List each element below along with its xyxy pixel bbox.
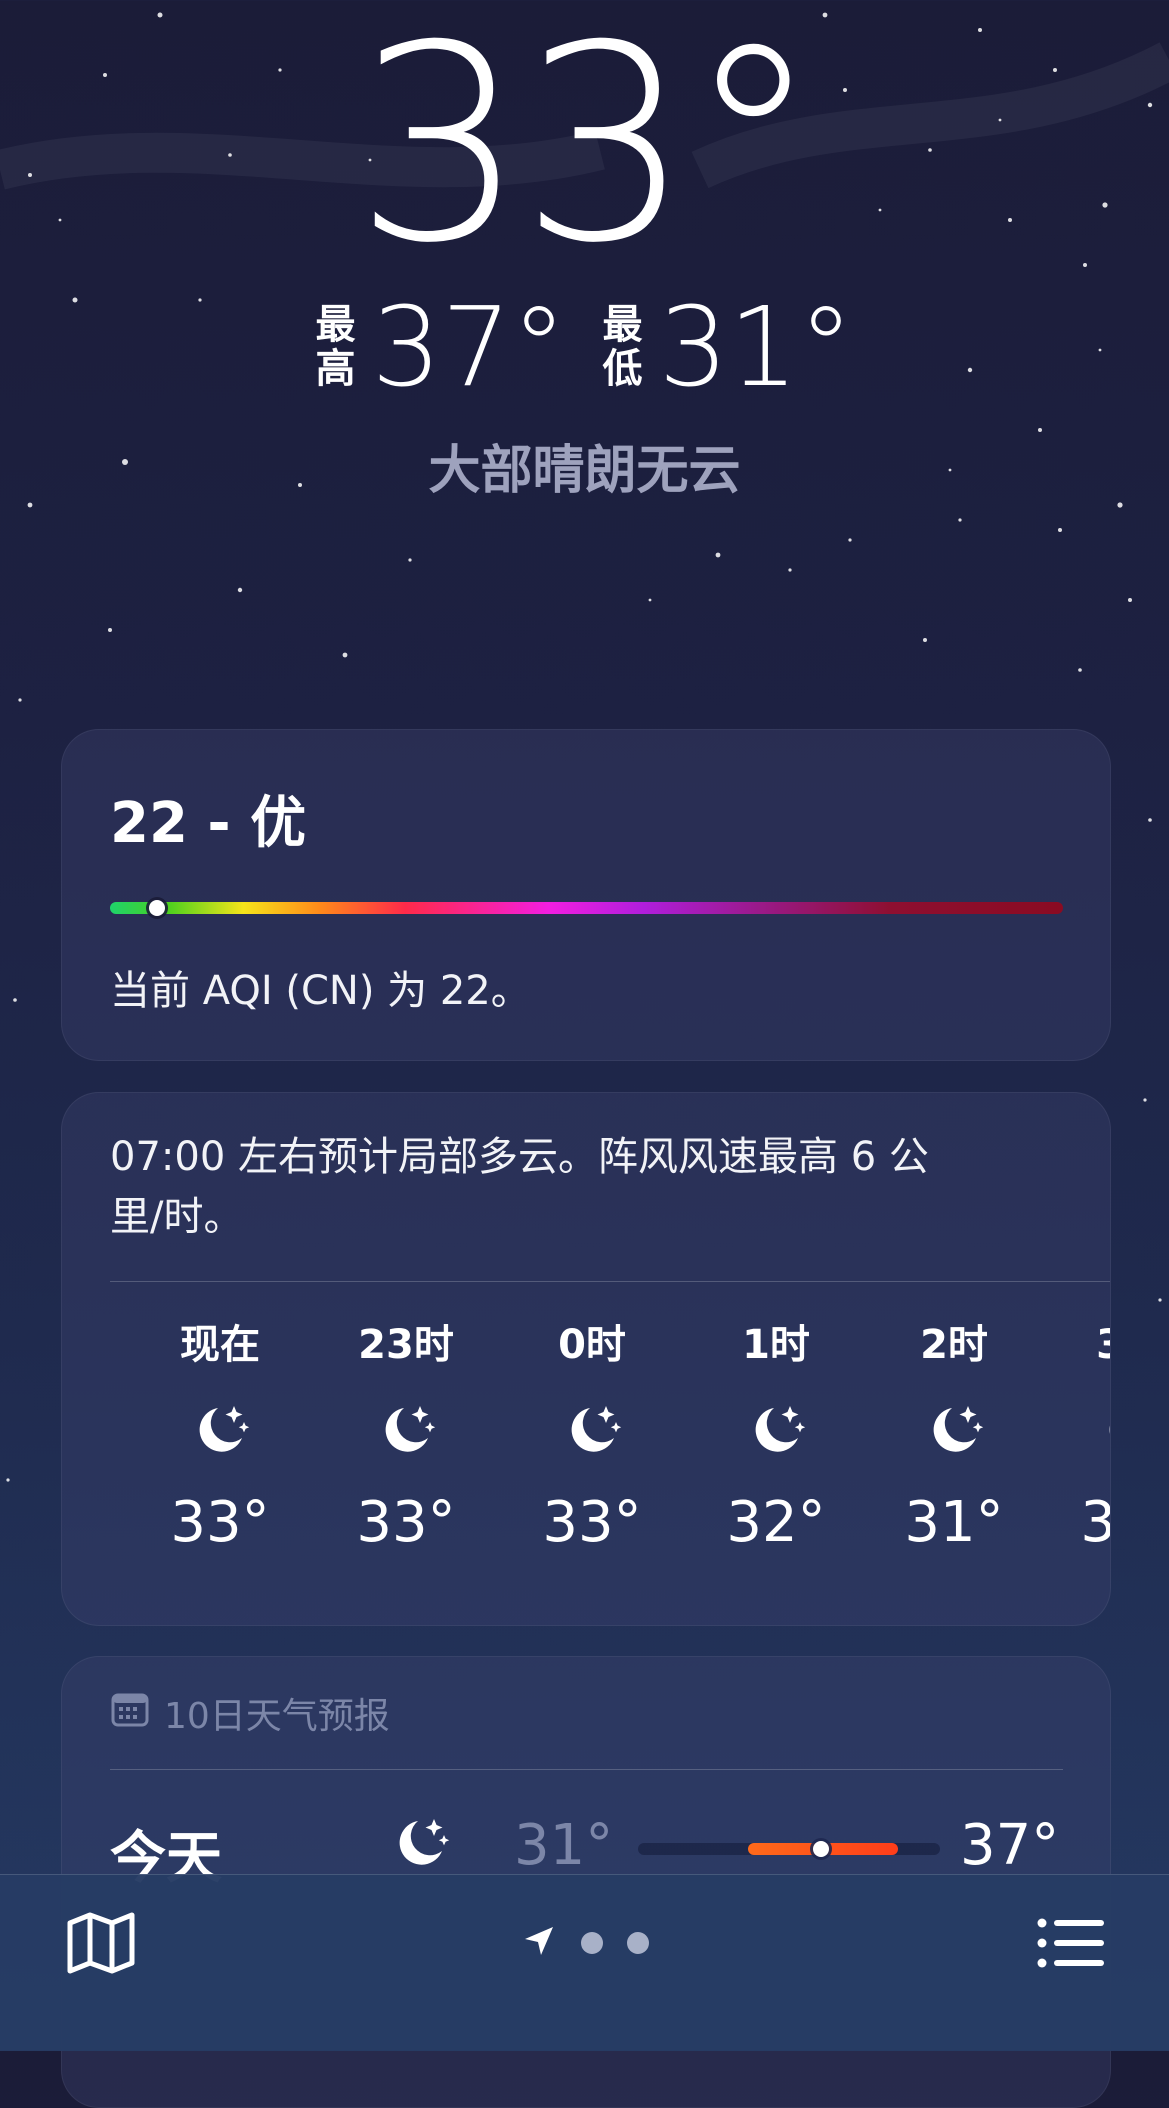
hourly-summary: 07:00 左右预计局部多云。阵风风速最高 6 公里/时。 xyxy=(110,1134,929,1240)
forecast-header: 10日天气预报 xyxy=(110,1687,390,1739)
page-indicator[interactable] xyxy=(0,1911,1169,1975)
page-dot[interactable] xyxy=(580,1932,603,1954)
moon-stars-icon xyxy=(316,1375,496,1485)
moon-stars-icon xyxy=(686,1375,866,1485)
high-value: 37° xyxy=(371,283,567,411)
moon-stars-icon xyxy=(1040,1375,1110,1485)
moon-stars-icon xyxy=(388,1811,452,1879)
condition-text: 大部晴朗无云 xyxy=(428,441,741,501)
moon-stars-icon xyxy=(864,1375,1044,1485)
hour-item: 3时 31° xyxy=(1040,1315,1110,1561)
hour-item: 23时 33° xyxy=(316,1315,496,1561)
forecast-low: 31° xyxy=(514,1813,614,1878)
hour-time: 现在 xyxy=(180,1322,260,1368)
current-temp-dot xyxy=(813,1841,829,1857)
location-arrow-icon[interactable] xyxy=(521,1923,557,1963)
low-temperature: 最低 31° xyxy=(603,292,854,402)
calendar-icon xyxy=(110,1689,150,1738)
forecast-high: 37° xyxy=(960,1813,1060,1878)
aqi-scale-bar xyxy=(110,902,1063,914)
high-label: 最高 xyxy=(315,302,356,392)
hour-time: 23时 xyxy=(358,1322,454,1368)
list-icon[interactable] xyxy=(1036,1915,1106,1975)
hour-temp: 31° xyxy=(1080,1490,1110,1555)
low-value: 31° xyxy=(658,283,854,411)
hour-temp: 31° xyxy=(904,1490,1004,1555)
moon-stars-icon xyxy=(130,1375,310,1485)
high-temperature: 最高 37° xyxy=(316,292,567,402)
hour-temp: 33° xyxy=(170,1490,270,1555)
moon-stars-icon xyxy=(502,1375,682,1485)
hour-temp: 33° xyxy=(356,1490,456,1555)
hour-item: 0时 33° xyxy=(502,1315,682,1561)
hour-time: 3时 xyxy=(1040,1315,1110,1375)
aqi-indicator-dot xyxy=(149,900,165,916)
bottom-toolbar xyxy=(0,1874,1169,2051)
forecast-divider xyxy=(110,1769,1063,1770)
hour-item: 现在 33° xyxy=(130,1315,310,1561)
hourly-forecast-card[interactable]: 07:00 左右预计局部多云。阵风风速最高 6 公里/时。 现在 33° 23时… xyxy=(61,1092,1111,1626)
hour-item: 1时 32° xyxy=(686,1315,866,1561)
hourly-divider xyxy=(110,1281,1110,1282)
hour-item: 2时 31° xyxy=(864,1315,1044,1561)
low-label: 最低 xyxy=(602,302,643,392)
hour-temp: 32° xyxy=(726,1490,826,1555)
current-temperature: 33° xyxy=(354,0,821,302)
hour-time: 2时 xyxy=(920,1322,988,1368)
aqi-title: 22 - 优 xyxy=(110,791,307,856)
aqi-description: 当前 AQI (CN) 为 22。 xyxy=(110,968,531,1014)
hourly-scroll[interactable]: 现在 33° 23时 33° 0时 33° 1时 32° 2时 31° 3时 3… xyxy=(62,1315,1110,1615)
hour-temp: 33° xyxy=(542,1490,642,1555)
temperature-range-bar xyxy=(638,1841,940,1857)
page-dot[interactable] xyxy=(626,1932,649,1954)
hour-time: 1时 xyxy=(742,1322,810,1368)
forecast-title: 10日天气预报 xyxy=(164,1696,390,1737)
high-low-row: 最高 37° 最低 31° xyxy=(0,292,1169,402)
hour-time: 0时 xyxy=(558,1322,626,1368)
air-quality-card[interactable]: 22 - 优 当前 AQI (CN) 为 22。 xyxy=(61,729,1111,1061)
